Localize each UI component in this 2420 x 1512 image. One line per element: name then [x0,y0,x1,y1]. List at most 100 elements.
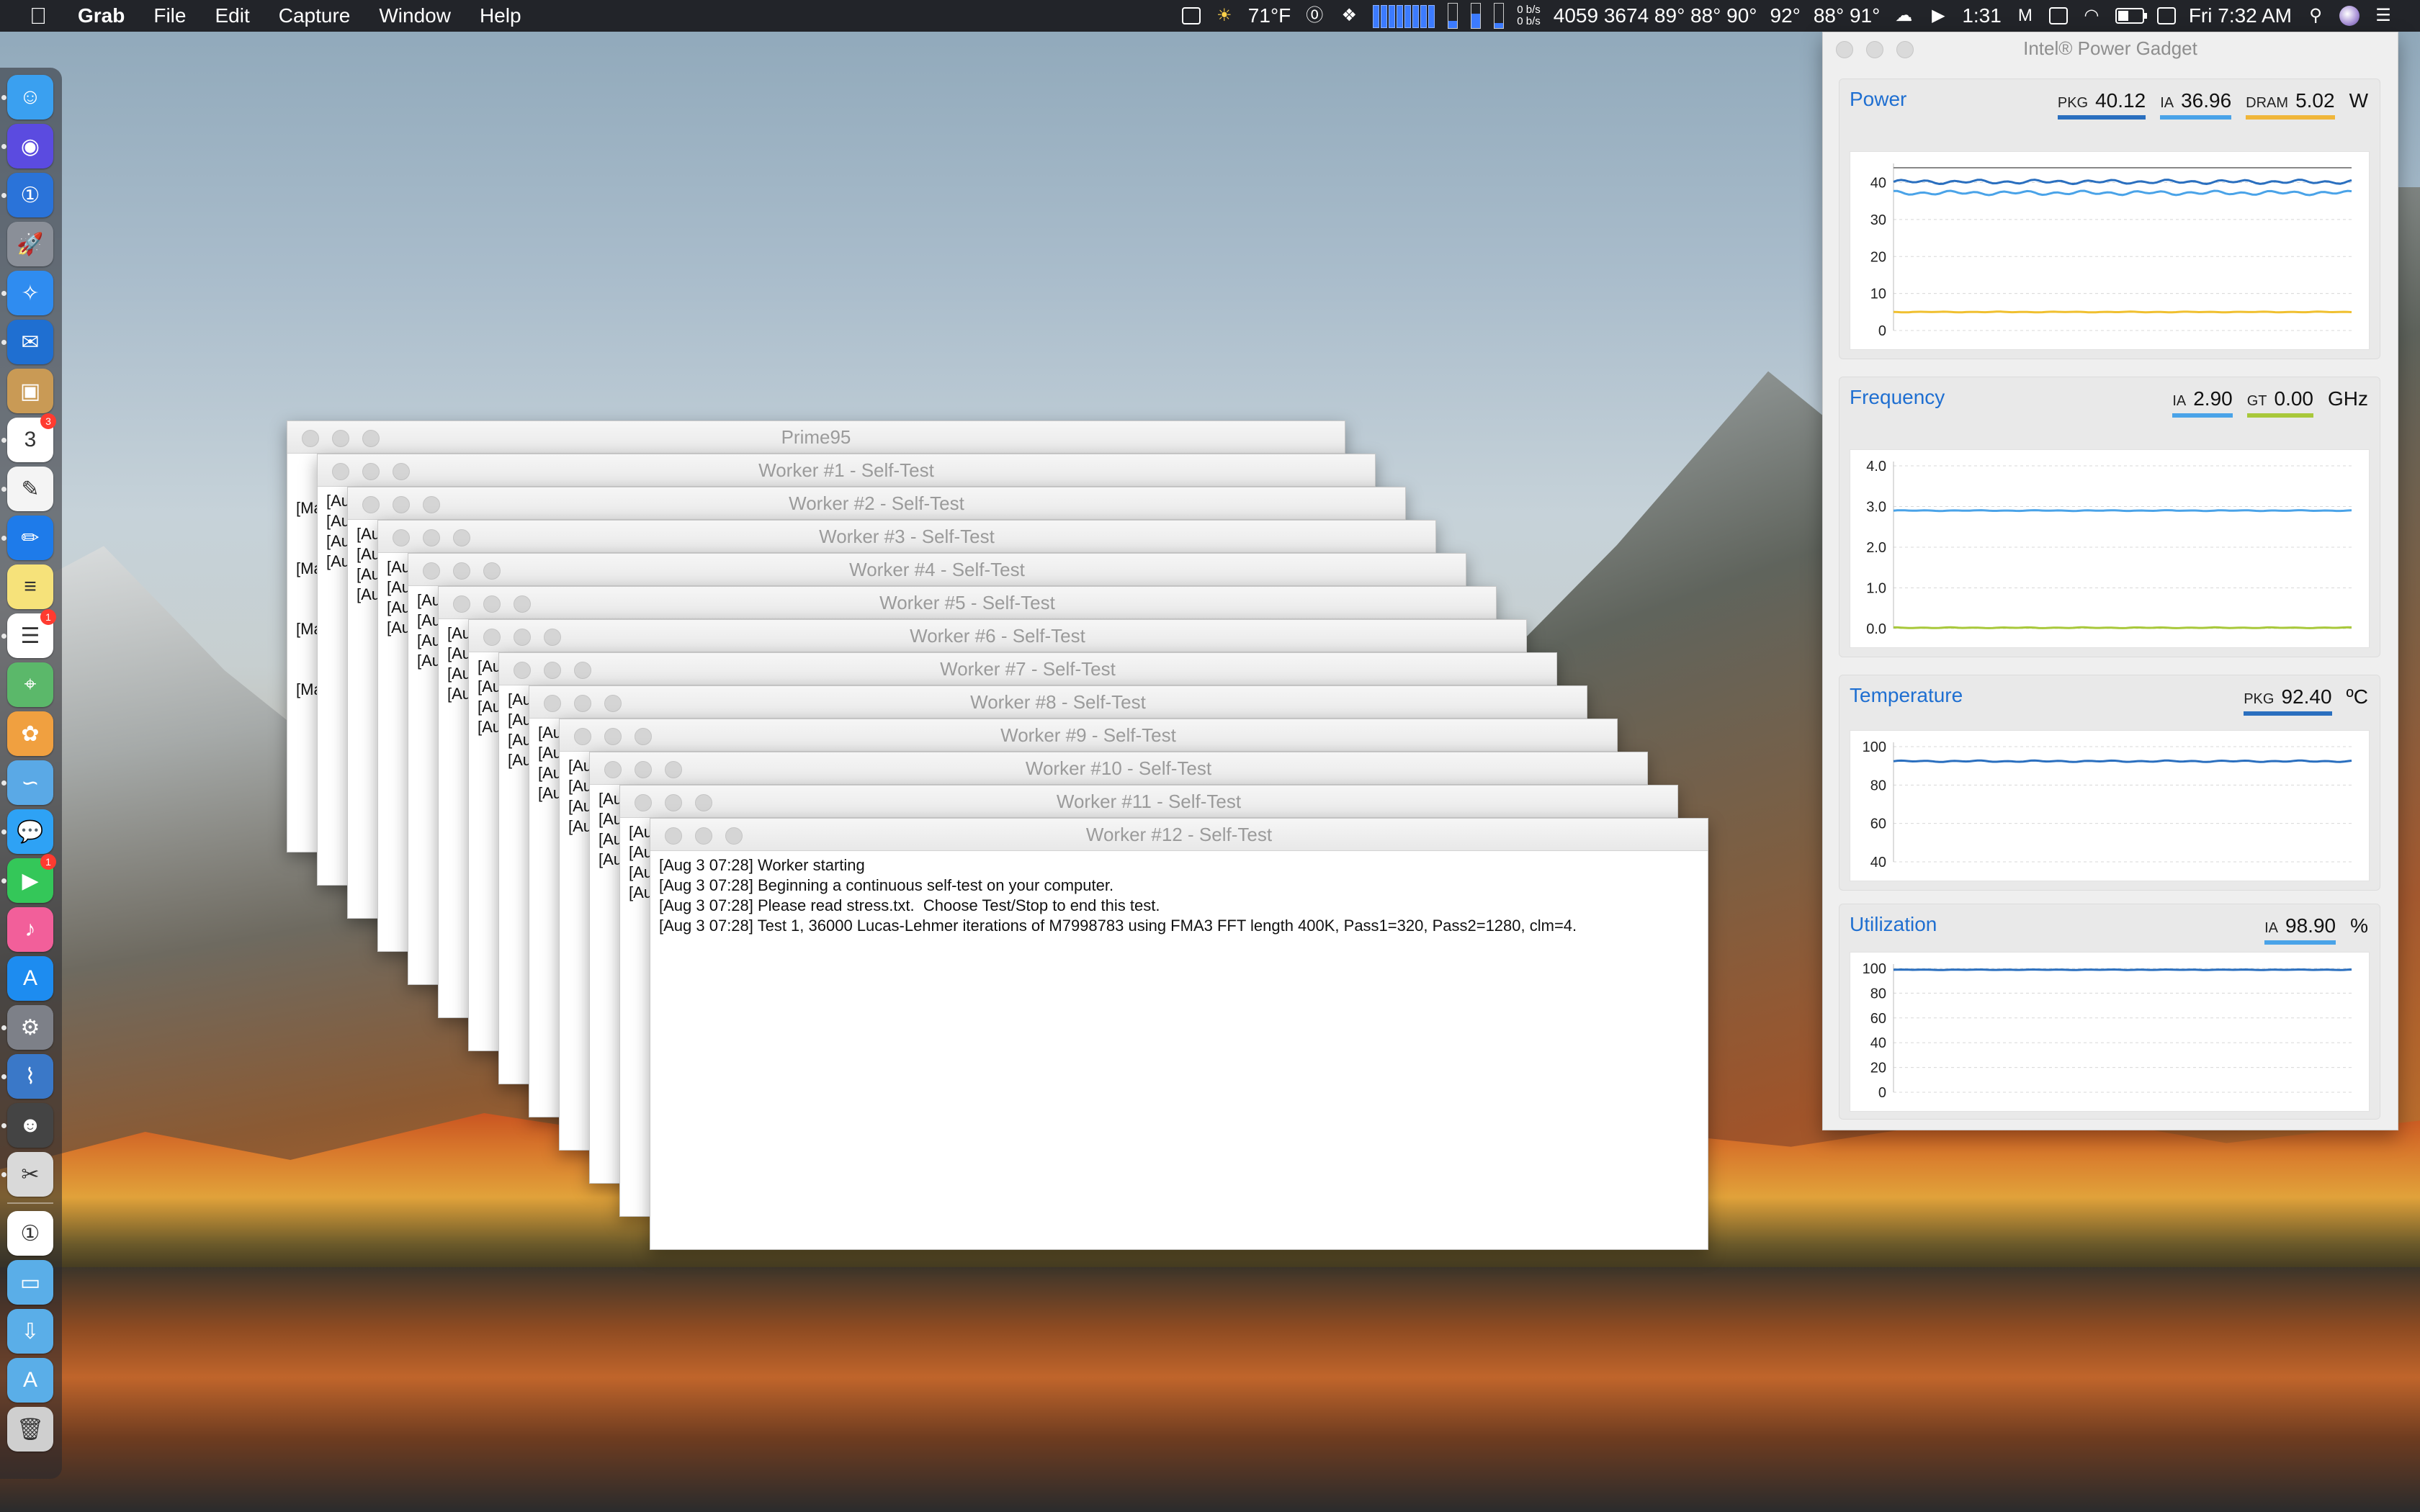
close-button[interactable] [604,761,622,778]
onepassword-icon[interactable]: ⓪ [1304,6,1325,26]
airplay-icon[interactable] [1181,7,1201,24]
wifi-icon[interactable]: ◠ [2081,6,2102,26]
minimize-button[interactable] [483,595,501,613]
zoom-button[interactable] [665,761,682,778]
memory-meter-icon[interactable] [1448,3,1458,29]
worker-titlebar[interactable]: Worker #9 - Self-Test [560,719,1617,752]
zoom-button[interactable] [1896,41,1914,58]
close-button[interactable] [544,695,561,712]
weather-temp[interactable]: 71°F [1248,4,1291,27]
timer-value[interactable]: 1:31 [1962,4,2002,27]
zoom-button[interactable] [635,728,652,745]
minimize-button[interactable] [544,662,561,679]
minimize-button[interactable] [604,728,622,745]
zoom-button[interactable] [544,629,561,646]
zoom-button[interactable] [514,595,531,613]
dock-messages-icon[interactable]: 💬 [7,809,53,854]
dock-maps-icon[interactable]: ⌖ [7,662,53,707]
gpu-temp[interactable]: 88° 91° [1814,4,1880,27]
dock-onepassword-icon[interactable]: ① [7,173,53,217]
minimize-button[interactable] [514,629,531,646]
worker-titlebar[interactable]: Worker #10 - Self-Test [590,752,1647,785]
sensor-readout[interactable]: 4059 3674 89° 88° 90° [1554,4,1757,27]
dock-notes-icon[interactable]: ≡ [7,564,53,609]
dock-apps-folder-icon[interactable]: A [7,1358,53,1403]
weather-icon[interactable]: ☀ [1214,6,1235,26]
dock-calendar-icon[interactable]: 33 [7,413,56,462]
worker-titlebar[interactable]: Worker #3 - Self-Test [378,521,1435,553]
dock-safari-icon[interactable]: ✧ [7,271,53,315]
malwarebytes-icon[interactable]: M [2015,6,2036,26]
network-speed[interactable]: 0 b/s 0 b/s [1517,4,1541,27]
dock-photos-icon[interactable]: ✿ [7,711,53,756]
zoom-button[interactable] [483,562,501,580]
close-button[interactable] [483,629,501,646]
close-button[interactable] [635,794,652,811]
worker-titlebar[interactable]: Worker #8 - Self-Test [529,686,1587,719]
close-button[interactable] [362,496,380,513]
dock-pencil-app-icon[interactable]: ✏ [7,516,53,560]
zoom-button[interactable] [695,794,712,811]
worker-titlebar[interactable]: Worker #4 - Self-Test [408,554,1466,586]
menu-file[interactable]: File [153,4,186,27]
minimize-button[interactable] [574,695,591,712]
close-button[interactable] [1836,41,1853,58]
dock-itunes-icon[interactable]: ♪ [7,907,53,952]
zoom-button[interactable] [604,695,622,712]
notification-center-icon[interactable]: ☰ [2372,6,2394,26]
worker-titlebar[interactable]: Worker #11 - Self-Test [620,786,1677,818]
zoom-button[interactable] [725,827,743,845]
app-menu-grab[interactable]: Grab [78,4,125,27]
dock-textedit-icon[interactable]: ✎ [7,467,53,511]
dock-system-preferences-icon[interactable]: ⚙ [7,1005,53,1050]
zoom-button[interactable] [393,463,410,480]
minimize-button[interactable] [362,463,380,480]
dock-reminders-icon[interactable]: ☰ 1 [7,609,56,658]
siri-icon[interactable] [2339,6,2360,26]
calendar-icon[interactable] [2156,7,2176,24]
minimize-button[interactable] [635,761,652,778]
worker-titlebar[interactable]: Worker #12 - Self-Test [650,819,1708,851]
zoom-button[interactable] [574,662,591,679]
close-button[interactable] [514,662,531,679]
dock-outlook-icon[interactable]: ✉ [7,320,53,364]
minimize-button[interactable] [665,794,682,811]
worker-titlebar[interactable]: Worker #1 - Self-Test [318,454,1375,487]
cpu-temp[interactable]: 92° [1770,4,1801,27]
dock-launchpad-icon[interactable]: 🚀 [7,222,53,266]
minimize-button[interactable] [423,529,440,546]
minimize-button[interactable] [453,562,470,580]
zoom-button[interactable] [423,496,440,513]
minimize-button[interactable] [695,827,712,845]
dock-facetime-icon[interactable]: ▶ 1 [7,854,56,903]
menu-edit[interactable]: Edit [215,4,249,27]
dropbox-icon[interactable]: ❖ [1338,6,1360,26]
dock-contacts-photo-icon[interactable]: ☻ [7,1103,53,1148]
ssd-meter-icon[interactable] [1494,3,1505,29]
zoom-button[interactable] [362,430,380,447]
menu-help[interactable]: Help [480,4,521,27]
worker-window[interactable]: Worker #12 - Self-Test [Aug 3 07:28] Work… [650,818,1708,1250]
menu-window[interactable]: Window [379,4,451,27]
worker-titlebar[interactable]: Worker #7 - Self-Test [499,653,1556,685]
dock-power-gadget-icon[interactable]: ⌇ [7,1054,53,1099]
cloud-upload-icon[interactable]: ☁ [1893,6,1914,26]
dock-mustache-app-icon[interactable]: ∽ [7,760,53,805]
dock-siri-icon[interactable]: ◉ [7,124,53,168]
cpu-meter-icon[interactable] [1373,4,1435,28]
menu-capture[interactable]: Capture [279,4,351,27]
apple-menu-icon[interactable]:  [27,3,49,30]
worker-titlebar[interactable]: Worker #2 - Self-Test [348,487,1405,520]
minimize-button[interactable] [1866,41,1883,58]
search-icon[interactable]: ⚲ [2305,6,2326,26]
worker-titlebar[interactable]: Worker #5 - Self-Test [439,587,1496,619]
worker-titlebar[interactable]: Worker #6 - Self-Test [469,620,1526,652]
close-button[interactable] [453,595,470,613]
dock-archive-icon[interactable]: ▣ [7,369,53,413]
display-icon[interactable] [2048,7,2068,24]
power-gadget-titlebar[interactable]: Intel® Power Gadget [1823,32,2398,64]
close-button[interactable] [302,430,319,447]
dock-onepassword-mini-icon[interactable]: ① [7,1211,53,1256]
zoom-button[interactable] [453,529,470,546]
minimize-button[interactable] [393,496,410,513]
